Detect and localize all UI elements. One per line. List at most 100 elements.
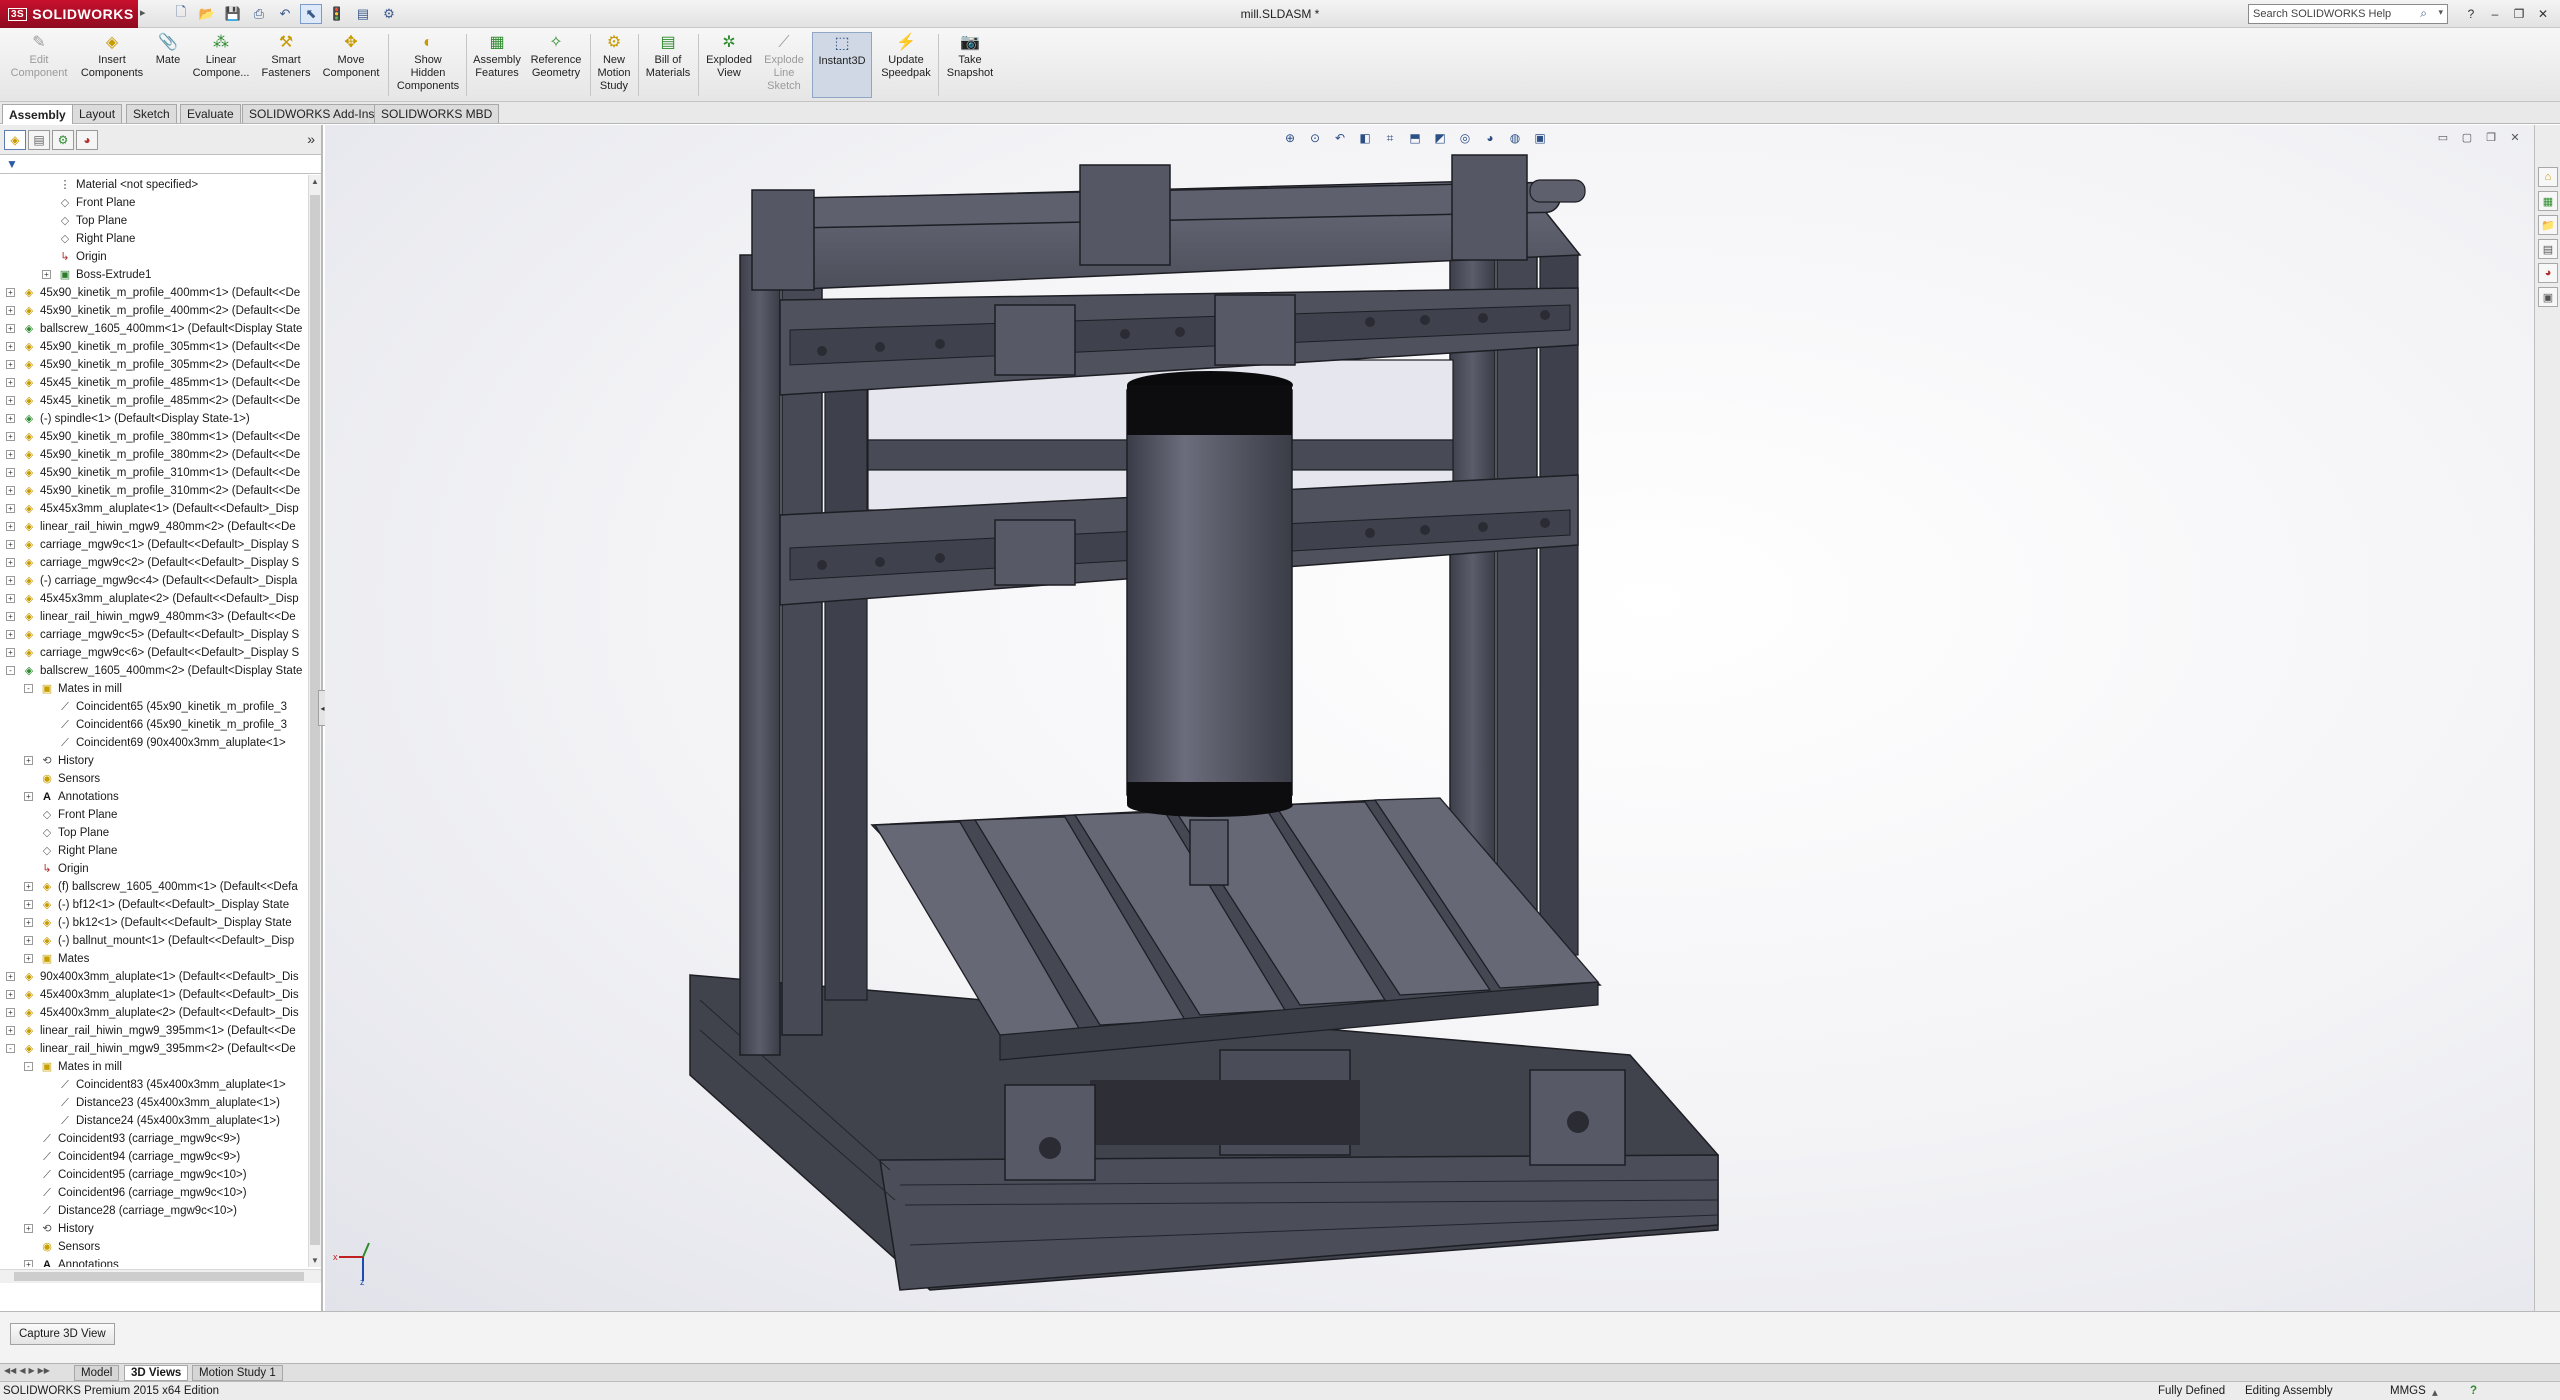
take-snapshot-button[interactable]: 📷 Take Snapshot bbox=[942, 32, 998, 98]
tree-item[interactable]: ⋮ Material <not specified> bbox=[0, 176, 308, 194]
tree-item[interactable]: ↳ Origin bbox=[0, 248, 308, 266]
tree-item[interactable]: + ◈ 45x45_kinetik_m_profile_485mm<2> (Defa… bbox=[0, 392, 308, 410]
tree-item[interactable]: ⟋ Coincident96 (carriage_mgw9c<10>) bbox=[0, 1184, 308, 1202]
tree-item[interactable]: + ◈ 45x45x3mm_aluplate<2> (Default<<Defaul… bbox=[0, 590, 308, 608]
tree-expand-icon[interactable]: + bbox=[6, 486, 15, 495]
tree-expand-icon[interactable]: + bbox=[6, 414, 15, 423]
tab-3d-views[interactable]: 3D Views bbox=[124, 1365, 189, 1381]
tree-item[interactable]: ⟋ Coincident66 (45x90_kinetik_m_profile_3 bbox=[0, 716, 308, 734]
tree-item[interactable]: ◇ Right Plane bbox=[0, 842, 308, 860]
tree-expand-icon[interactable]: + bbox=[6, 540, 15, 549]
select-arrow-icon[interactable]: ⬉ bbox=[300, 4, 322, 24]
tree-expand-icon[interactable]: + bbox=[6, 504, 15, 513]
units-dropdown-icon[interactable]: ▴ bbox=[2432, 1385, 2438, 1399]
tree-item[interactable]: - ▣ Mates in mill bbox=[0, 680, 308, 698]
last-tab-icon[interactable]: ▶▶ bbox=[38, 1366, 50, 1375]
tree-expand-icon[interactable]: + bbox=[24, 1224, 33, 1233]
solidworks-resources-icon[interactable]: ⌂ bbox=[2538, 167, 2558, 187]
tree-item[interactable]: + ◈ 45x90_kinetik_m_profile_310mm<2> (Defa… bbox=[0, 482, 308, 500]
property-manager-tab-icon[interactable]: ▤ bbox=[28, 130, 50, 150]
tab-motion-study[interactable]: Motion Study 1 bbox=[192, 1365, 283, 1381]
tree-item[interactable]: + ◈ carriage_mgw9c<2> (Default<<Default>_D… bbox=[0, 554, 308, 572]
tab-solidworks-mbd[interactable]: SOLIDWORKS MBD bbox=[374, 104, 500, 123]
tree-item[interactable]: + ◈ 45x400x3mm_aluplate<1> (Default<<Defau… bbox=[0, 986, 308, 1004]
tree-item[interactable]: ⟋ Coincident69 (90x400x3mm_aluplate<1> bbox=[0, 734, 308, 752]
graphics-area[interactable]: ⊕ ⊙ ↶ ◧ ⌗ ⬒ ◩ ◎ ◕ ◍ ▣ ▭ ▢ ❐ ✕ x z bbox=[325, 125, 2534, 1311]
undo-icon[interactable]: ↶ bbox=[274, 4, 296, 24]
tree-expand-icon[interactable]: + bbox=[6, 288, 15, 297]
tree-item[interactable]: + ◈ carriage_mgw9c<5> (Default<<Default>_D… bbox=[0, 626, 308, 644]
tree-item[interactable]: + ⟲ History bbox=[0, 752, 308, 770]
scrollbar-thumb[interactable] bbox=[14, 1272, 304, 1281]
chevron-down-icon[interactable]: ▾ bbox=[2438, 7, 2443, 18]
file-properties-icon[interactable]: ▤ bbox=[352, 4, 374, 24]
show-hidden-components-button[interactable]: ◐ Show Hidden Components bbox=[392, 32, 464, 98]
solidworks-logo[interactable]: 3S SOLIDWORKS bbox=[0, 0, 138, 28]
tree-item[interactable]: + ◈ ballscrew_1605_400mm<1> (Default<Displ… bbox=[0, 320, 308, 338]
tree-item[interactable]: ⟋ Distance28 (carriage_mgw9c<10>) bbox=[0, 1202, 308, 1220]
tab-layout[interactable]: Layout bbox=[72, 104, 123, 123]
tree-item[interactable]: + ◈ 45x90_kinetik_m_profile_305mm<2> (Defa… bbox=[0, 356, 308, 374]
search-icon[interactable]: ⌕ bbox=[2420, 6, 2427, 21]
tree-item[interactable]: + ◈ (-) ballnut_mount<1> (Default<<Default… bbox=[0, 932, 308, 950]
mate-button[interactable]: 📎 Mate bbox=[150, 32, 186, 98]
tree-item[interactable]: ⟋ Coincident95 (carriage_mgw9c<10>) bbox=[0, 1166, 308, 1184]
assembly-features-button[interactable]: ▦ Assembly Features bbox=[470, 32, 524, 98]
minimize-icon[interactable]: – bbox=[2484, 4, 2506, 24]
tree-expand-icon[interactable]: + bbox=[6, 612, 15, 621]
tree-expand-icon[interactable]: + bbox=[24, 882, 33, 891]
tree-item[interactable]: + ◈ 90x400x3mm_aluplate<1> (Default<<Defau… bbox=[0, 968, 308, 986]
tree-expand-icon[interactable]: - bbox=[6, 666, 15, 675]
tree-expand-icon[interactable]: + bbox=[6, 450, 15, 459]
close-icon[interactable]: ✕ bbox=[2532, 4, 2554, 24]
tab-model[interactable]: Model bbox=[74, 1365, 120, 1381]
tree-expand-icon[interactable]: + bbox=[6, 630, 15, 639]
tree-item[interactable]: + ◈ (-) bf12<1> (Default<<Default>_Display… bbox=[0, 896, 308, 914]
tree-expand-icon[interactable]: + bbox=[6, 972, 15, 981]
configuration-manager-tab-icon[interactable]: ⚙ bbox=[52, 130, 74, 150]
tree-item[interactable]: ◇ Right Plane bbox=[0, 230, 308, 248]
tree-item[interactable]: ⟋ Distance24 (45x400x3mm_aluplate<1>) bbox=[0, 1112, 308, 1130]
tree-expand-icon[interactable]: + bbox=[6, 1008, 15, 1017]
smart-fasteners-button[interactable]: ⚒ Smart Fasteners bbox=[256, 32, 316, 98]
tree-expand-icon[interactable]: - bbox=[6, 1044, 15, 1053]
tree-item[interactable]: + ◈ carriage_mgw9c<1> (Default<<Default>_D… bbox=[0, 536, 308, 554]
unit-system-button[interactable]: MMGS bbox=[2390, 1385, 2426, 1397]
tree-item[interactable]: ◉ Sensors bbox=[0, 1238, 308, 1256]
prev-tab-icon[interactable]: ◀ bbox=[19, 1366, 25, 1375]
tree-expand-icon[interactable]: + bbox=[6, 324, 15, 333]
tree-expand-icon[interactable]: + bbox=[6, 342, 15, 351]
tab-sketch[interactable]: Sketch bbox=[126, 104, 177, 123]
tree-item[interactable]: + ◈ 45x400x3mm_aluplate<2> (Default<<Defau… bbox=[0, 1004, 308, 1022]
tree-expand-icon[interactable]: + bbox=[6, 648, 15, 657]
tree-item[interactable]: + ◈ 45x90_kinetik_m_profile_380mm<2> (Defa… bbox=[0, 446, 308, 464]
tree-expand-icon[interactable]: + bbox=[24, 954, 33, 963]
view-palette-icon[interactable]: ▤ bbox=[2538, 239, 2558, 259]
options-gear-icon[interactable]: ⚙ bbox=[378, 4, 400, 24]
first-tab-icon[interactable]: ◀◀ bbox=[4, 1366, 16, 1375]
tree-item[interactable]: ⟋ Coincident65 (45x90_kinetik_m_profile_3 bbox=[0, 698, 308, 716]
capture-3d-view-button[interactable]: Capture 3D View bbox=[10, 1323, 115, 1345]
tree-expand-icon[interactable]: + bbox=[42, 270, 51, 279]
tree-item[interactable]: - ◈ ballscrew_1605_400mm<2> (Default<Displ… bbox=[0, 662, 308, 680]
tree-item[interactable]: ⟋ Coincident83 (45x400x3mm_aluplate<1> bbox=[0, 1076, 308, 1094]
update-speedpak-button[interactable]: ⚡ Update Speedpak bbox=[876, 32, 936, 98]
tree-item[interactable]: + ◈ linear_rail_hiwin_mgw9_395mm<1> (Defau… bbox=[0, 1022, 308, 1040]
tree-item[interactable]: ↳ Origin bbox=[0, 860, 308, 878]
tree-item[interactable]: ⟋ Distance23 (45x400x3mm_aluplate<1>) bbox=[0, 1094, 308, 1112]
design-library-icon[interactable]: ▦ bbox=[2538, 191, 2558, 211]
edit-component-button[interactable]: ✎ Edit Component bbox=[4, 32, 74, 98]
menu-expand-icon[interactable]: ▸ bbox=[140, 6, 146, 19]
new-document-icon[interactable]: 🗋 bbox=[170, 4, 192, 24]
tree-item[interactable]: ◇ Front Plane bbox=[0, 806, 308, 824]
tree-expand-icon[interactable]: + bbox=[6, 990, 15, 999]
tree-item[interactable]: ◉ Sensors bbox=[0, 770, 308, 788]
tree-item[interactable]: + ◈ linear_rail_hiwin_mgw9_480mm<3> (Defau… bbox=[0, 608, 308, 626]
rebuild-status-icon[interactable]: ? bbox=[2470, 1385, 2477, 1397]
tree-expand-icon[interactable]: + bbox=[6, 432, 15, 441]
instant3d-button[interactable]: ⬚ Instant3D bbox=[812, 32, 872, 98]
tree-item[interactable]: + ◈ (f) ballscrew_1605_400mm<1> (Default<<… bbox=[0, 878, 308, 896]
tree-expand-icon[interactable]: + bbox=[6, 306, 15, 315]
tree-item[interactable]: + ◈ (-) spindle<1> (Default<Display State-… bbox=[0, 410, 308, 428]
scroll-up-icon[interactable]: ▲ bbox=[311, 177, 319, 186]
